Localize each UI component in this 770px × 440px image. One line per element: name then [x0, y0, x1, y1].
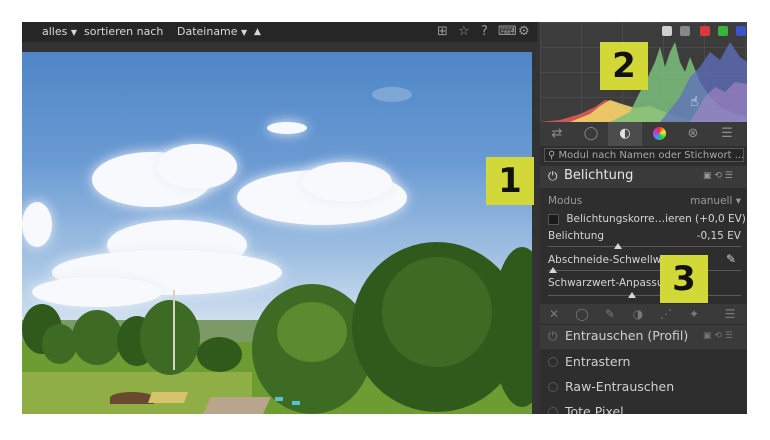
module-label: Entrastern: [565, 354, 631, 369]
module-label: Raw-Entrauschen: [565, 379, 675, 394]
exposure-correction-row[interactable]: Belichtungskorre…ieren (+0,0 EV): [548, 213, 746, 225]
cloud: [302, 162, 392, 202]
cloud: [372, 87, 412, 102]
sort-field-dropdown[interactable]: Dateiname ▼: [177, 25, 247, 38]
hand-cursor-icon: ☝: [690, 94, 699, 110]
exposure-value: -0,15 EV: [696, 230, 741, 242]
drop-icon[interactable]: ◑: [624, 304, 652, 324]
tree: [140, 300, 200, 375]
sort-label: sortieren nach: [84, 25, 164, 38]
mode-label: Modus: [548, 195, 583, 207]
filter-value: alles: [42, 25, 68, 38]
tree: [197, 337, 242, 372]
mode-row[interactable]: Modus manuell ▾: [548, 195, 741, 207]
cloud: [22, 202, 52, 247]
presets-icon[interactable]: ▣ ⟲ ☰: [703, 331, 733, 341]
blue-channel-toggle[interactable]: [736, 26, 746, 36]
search-placeholder: Modul nach Namen oder Stichwort ...: [558, 150, 744, 161]
tab-quick-access[interactable]: ⇄: [540, 122, 574, 146]
checkbox[interactable]: [548, 213, 559, 225]
image-canvas[interactable]: [22, 52, 532, 414]
module-item-denoise-profile[interactable]: ⏻ Entrauschen (Profil) ▣ ⟲ ☰: [540, 325, 747, 349]
dirt-path: [203, 397, 271, 414]
brush-icon[interactable]: ✎: [596, 304, 624, 324]
callout-3: 3: [660, 255, 708, 303]
tree: [72, 310, 122, 365]
black-level-label: Schwarzwert-Anpassung: [548, 277, 677, 289]
help-icon[interactable]: ?: [481, 24, 488, 39]
tree: [382, 257, 492, 367]
exposure-slider-track[interactable]: [548, 246, 741, 247]
sign: [292, 401, 300, 405]
chevron-down-icon: ▼: [70, 28, 78, 37]
exposure-slider-knob[interactable]: [614, 243, 622, 249]
exposure-correction-label: Belichtungskorre…ieren (+0,0 EV): [566, 213, 746, 225]
clip-slider-track[interactable]: [548, 270, 741, 271]
module-label: Entrauschen (Profil): [565, 328, 689, 343]
filter-icon[interactable]: ⋰: [652, 304, 680, 324]
sort-field-value: Dateiname: [177, 25, 238, 38]
module-item-demosaic[interactable]: Entrastern: [540, 351, 747, 375]
cloud: [267, 122, 307, 134]
tree: [277, 302, 347, 362]
color-wheel-icon: [652, 127, 666, 140]
close-icon[interactable]: ✕: [540, 304, 568, 324]
black-slider-track[interactable]: [548, 295, 741, 296]
star-icon[interactable]: ☆: [458, 24, 470, 39]
tab-menu[interactable]: ☰: [710, 122, 744, 146]
module-title: Belichtung: [564, 168, 634, 183]
waveform-icon[interactable]: [680, 26, 690, 36]
search-icon: ⚲: [548, 150, 556, 161]
black-slider-knob[interactable]: [628, 292, 636, 298]
tab-color[interactable]: [642, 122, 676, 146]
sign: [275, 397, 283, 401]
module-search-input[interactable]: ⚲ Modul nach Namen oder Stichwort ...: [544, 148, 744, 162]
module-tabs-secondary: ✕ ◯ ✎ ◑ ⋰ ✦ ☰: [540, 304, 747, 324]
tab-active-modules[interactable]: ◯: [574, 122, 608, 146]
module-item-hot-pixels[interactable]: Tote Pixel: [540, 401, 747, 414]
tab-correct[interactable]: ⊗: [676, 122, 710, 146]
green-channel-toggle[interactable]: [718, 26, 728, 36]
power-icon[interactable]: ⏻: [548, 329, 558, 344]
eyedropper-icon[interactable]: ✎: [726, 252, 736, 266]
power-icon[interactable]: [548, 382, 558, 392]
menu-icon[interactable]: ☰: [716, 304, 744, 324]
mode-value: manuell ▾: [690, 195, 741, 207]
exposure-slider[interactable]: Belichtung -0,15 EV: [548, 230, 741, 242]
clip-slider-knob[interactable]: [549, 267, 557, 273]
hay-pile: [147, 392, 189, 403]
module-label: Tote Pixel: [565, 404, 624, 414]
red-channel-toggle[interactable]: [700, 26, 710, 36]
top-toolbar: alles ▼ sortieren nach Dateiname ▼ ▲ ⊞ ☆…: [22, 22, 537, 42]
power-icon[interactable]: [548, 407, 558, 414]
grid-icon[interactable]: ✦: [680, 304, 708, 324]
cloud: [32, 277, 162, 307]
tab-base[interactable]: ◐: [608, 122, 642, 146]
keyboard-icon[interactable]: ⌨: [498, 24, 517, 39]
callout-1: 1: [486, 157, 534, 205]
power-icon[interactable]: [548, 357, 558, 367]
circle-icon[interactable]: ◯: [568, 304, 596, 324]
module-item-raw-denoise[interactable]: Raw-Entrauschen: [540, 376, 747, 400]
exposure-module-header[interactable]: ⏻ Belichtung ▣ ⟲ ☰: [540, 166, 747, 188]
utility-pole: [173, 290, 175, 370]
exposure-label: Belichtung: [548, 230, 605, 242]
power-icon[interactable]: ⏻: [548, 169, 558, 184]
grouping-icon[interactable]: ⊞: [437, 24, 448, 39]
module-group-tabs: ⇄ ◯ ◐ ⊗ ☰: [540, 122, 747, 146]
callout-2: 2: [600, 42, 648, 90]
chevron-down-icon: ▼: [241, 28, 248, 37]
presets-icon[interactable]: ▣ ⟲ ☰: [703, 171, 733, 181]
gear-icon[interactable]: ⚙: [518, 24, 530, 39]
clip-threshold-label: Abschneide-Schwellwert: [548, 254, 677, 266]
sort-direction-icon[interactable]: ▲: [254, 27, 261, 37]
filter-dropdown[interactable]: alles ▼: [42, 25, 77, 38]
cloud: [157, 144, 237, 189]
histogram-icon[interactable]: [662, 26, 672, 36]
